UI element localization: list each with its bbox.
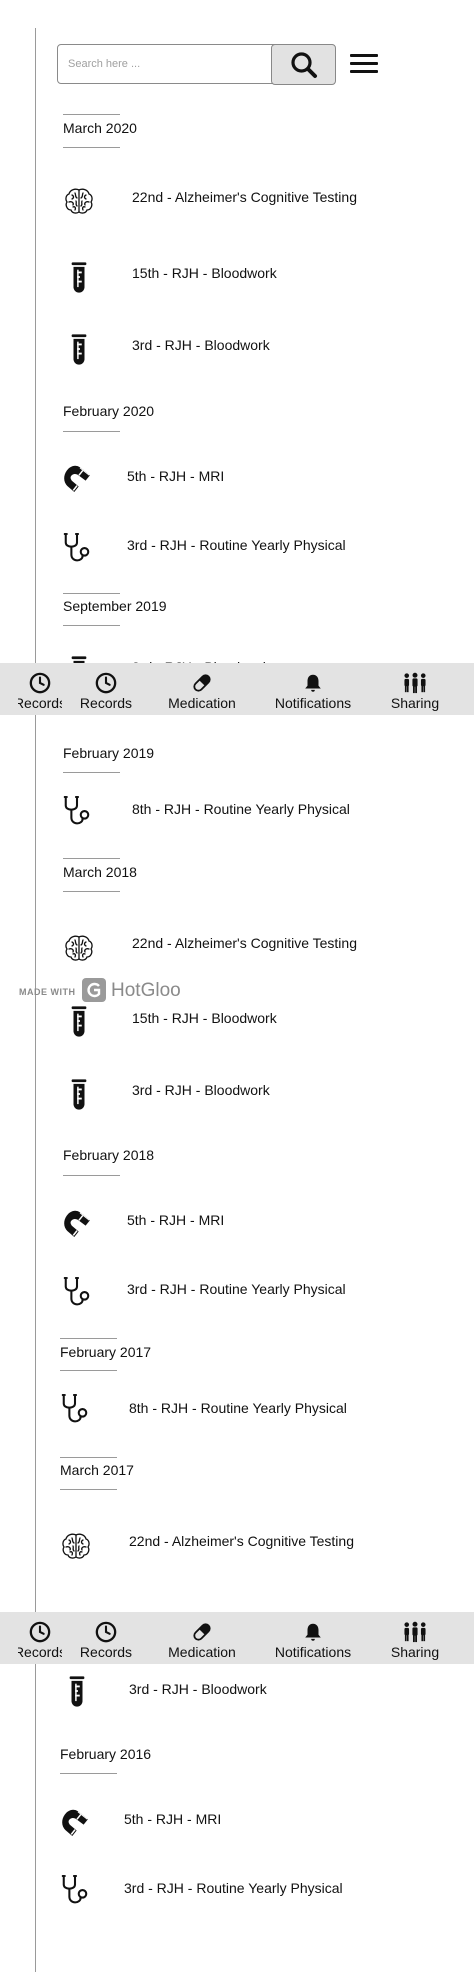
timeline-entry[interactable]: 5th - RJH - MRI — [127, 1212, 224, 1228]
tab-records[interactable]: Records — [76, 663, 136, 715]
timeline-date: February 2018 — [63, 1147, 155, 1163]
magnet-icon — [62, 465, 94, 495]
search-input[interactable] — [58, 45, 270, 83]
tab-label: Records — [18, 1644, 62, 1660]
tab-sharing[interactable]: Sharing — [382, 663, 448, 715]
test-tube-icon — [68, 261, 90, 293]
timeline-date: March 2020 — [63, 120, 137, 136]
timeline-entry[interactable]: 3rd - RJH - Bloodwork — [132, 1082, 270, 1098]
tab-records-partial[interactable]: Records — [18, 663, 62, 715]
date-divider — [63, 772, 120, 773]
people-icon — [402, 1621, 428, 1643]
date-divider — [63, 891, 120, 892]
brain-icon — [63, 185, 95, 217]
tab-sharing[interactable]: Sharing — [382, 1612, 448, 1664]
watermark-label: MADE WITH — [19, 987, 76, 997]
bottom-tab-bar: Records Records Medication Notifications… — [0, 1612, 474, 1664]
search-icon — [290, 51, 317, 78]
date-divider — [63, 1175, 120, 1176]
timeline-entry[interactable]: 22nd - Alzheimer's Cognitive Testing — [132, 935, 357, 951]
tab-label: Notifications — [274, 1644, 352, 1660]
timeline-entry[interactable]: 15th - RJH - Bloodwork — [132, 265, 277, 281]
pill-icon — [191, 672, 213, 694]
tab-medication[interactable]: Medication — [160, 1612, 244, 1664]
tab-notifications[interactable]: Notifications — [268, 1612, 358, 1664]
timeline-entry[interactable]: 5th - RJH - MRI — [127, 468, 224, 484]
timeline-date: February 2020 — [63, 403, 155, 419]
timeline-date: February 2016 — [60, 1746, 152, 1762]
tab-label: Sharing — [390, 1644, 440, 1660]
test-tube-icon — [66, 1675, 88, 1707]
tab-label: Notifications — [274, 695, 352, 711]
hotgloo-logo-icon — [82, 978, 106, 1002]
brain-icon — [63, 932, 95, 964]
timeline-entry[interactable]: 22nd - Alzheimer's Cognitive Testing — [132, 189, 357, 205]
tab-medication[interactable]: Medication — [160, 663, 244, 715]
tab-label: Medication — [168, 1644, 236, 1660]
date-divider — [63, 625, 120, 626]
search-button[interactable] — [271, 44, 336, 85]
stethoscope-icon — [62, 795, 92, 829]
date-divider — [60, 1773, 117, 1774]
tab-label: Records — [79, 695, 133, 711]
date-divider — [60, 1370, 117, 1371]
brain-icon — [60, 1530, 92, 1562]
pill-icon — [191, 1621, 213, 1643]
timeline-entry[interactable]: 3rd - RJH - Routine Yearly Physical — [127, 1281, 346, 1297]
timeline-date: March 2017 — [60, 1462, 134, 1478]
date-divider — [60, 1489, 117, 1490]
timeline-date: September 2019 — [63, 598, 167, 614]
timeline-entry[interactable]: 3rd - RJH - Routine Yearly Physical — [127, 537, 346, 553]
tab-label: Records — [18, 695, 62, 711]
tab-records-partial[interactable]: Records — [18, 1612, 62, 1664]
stethoscope-icon — [60, 1393, 90, 1427]
date-divider — [63, 593, 120, 594]
clock-icon — [95, 672, 117, 694]
timeline-entry[interactable]: 3rd - RJH - Routine Yearly Physical — [124, 1880, 343, 1896]
timeline-entry[interactable]: 15th - RJH - Bloodwork — [132, 1010, 277, 1026]
clock-icon — [29, 672, 51, 694]
tab-label: Medication — [168, 695, 236, 711]
tab-label: Records — [79, 1644, 133, 1660]
timeline-entry[interactable]: 8th - RJH - Routine Yearly Physical — [129, 1400, 347, 1416]
date-divider — [63, 431, 120, 432]
date-divider — [60, 1457, 117, 1458]
hamburger-menu-icon-bar — [350, 62, 378, 65]
made-with-hotgloo-watermark: MADE WITH HotGloo — [19, 978, 199, 1006]
watermark-brand: HotGloo — [111, 980, 181, 1001]
hamburger-menu-icon — [350, 54, 378, 57]
timeline-date: March 2018 — [63, 864, 137, 880]
tab-records[interactable]: Records — [76, 1612, 136, 1664]
clock-icon — [29, 1621, 51, 1643]
date-divider — [63, 114, 120, 115]
date-divider — [60, 1338, 117, 1339]
test-tube-icon — [68, 1078, 90, 1110]
people-icon — [402, 672, 428, 694]
tab-notifications[interactable]: Notifications — [268, 663, 358, 715]
clock-icon — [95, 1621, 117, 1643]
stethoscope-icon — [60, 1874, 90, 1908]
test-tube-icon — [68, 1005, 90, 1037]
bell-icon — [302, 672, 324, 694]
timeline-entry[interactable]: 5th - RJH - MRI — [124, 1811, 221, 1827]
magnet-icon — [62, 1210, 94, 1240]
stethoscope-icon — [62, 1276, 92, 1310]
date-divider — [63, 858, 120, 859]
timeline-date: February 2017 — [60, 1344, 152, 1360]
stethoscope-icon — [62, 532, 92, 566]
timeline-entry[interactable]: 3rd - RJH - Bloodwork — [129, 1681, 267, 1697]
date-divider — [63, 147, 120, 148]
timeline-entry[interactable]: 3rd - RJH - Bloodwork — [132, 337, 270, 353]
bell-icon — [302, 1621, 324, 1643]
tab-label: Sharing — [390, 695, 440, 711]
magnet-icon — [60, 1809, 92, 1839]
hamburger-menu-button[interactable] — [350, 52, 380, 76]
bottom-tab-bar: Records Records Medication Notifications… — [0, 663, 474, 715]
timeline-entry[interactable]: 8th - RJH - Routine Yearly Physical — [132, 801, 350, 817]
hamburger-menu-icon-bar — [350, 70, 378, 73]
test-tube-icon — [68, 333, 90, 365]
timeline-entry[interactable]: 22nd - Alzheimer's Cognitive Testing — [129, 1533, 354, 1549]
timeline-date: February 2019 — [63, 745, 155, 761]
